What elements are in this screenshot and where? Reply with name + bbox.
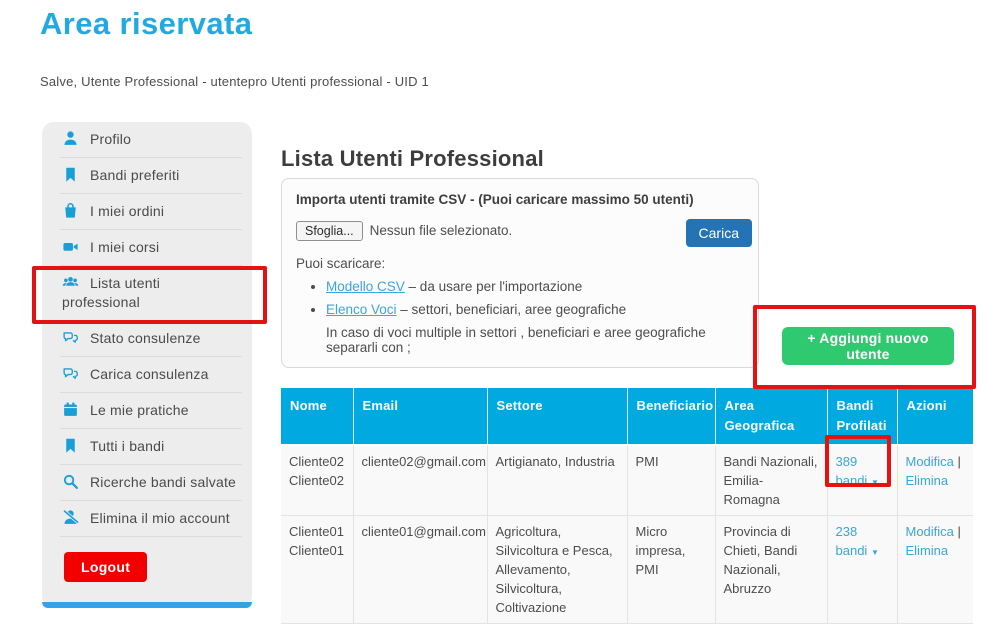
list-item: Modello CSV – da usare per l'importazion…: [326, 279, 744, 294]
col-header-settore: Settore: [487, 388, 627, 445]
col-header-nome: Nome: [281, 388, 353, 445]
sidebar-item-label: I miei ordini: [90, 203, 164, 219]
cell-nome: Cliente02 Cliente02: [281, 445, 353, 516]
col-header-beneficiario: Beneficiario: [627, 388, 715, 445]
col-header-bandi-profilati: Bandi Profilati: [827, 388, 897, 445]
col-header-email: Email: [353, 388, 487, 445]
csv-import-title: Importa utenti tramite CSV - (Puoi caric…: [296, 192, 744, 207]
bookmark-icon: [62, 166, 79, 183]
page-title: Area riservata: [40, 6, 252, 42]
table-header-row: Nome Email Settore Beneficiario Area Geo…: [281, 388, 973, 445]
download-intro-text: Puoi scaricare:: [296, 256, 744, 271]
sidebar-item-tutti-bandi[interactable]: Tutti i bandi: [42, 429, 252, 464]
elenco-voci-link[interactable]: Elenco Voci: [326, 302, 397, 317]
cell-azioni: Modifica | Elimina: [897, 445, 973, 516]
add-user-button[interactable]: + Aggiungi nuovo utente: [782, 327, 954, 365]
upload-csv-button[interactable]: Carica: [686, 219, 752, 247]
sidebar-item-pratiche[interactable]: Le mie pratiche: [42, 393, 252, 428]
sidebar-item-label: Le mie pratiche: [90, 402, 189, 418]
sidebar-item-label: Elimina il mio account: [90, 510, 230, 526]
sidebar-item-label: Tutti i bandi: [90, 438, 164, 454]
user-greeting: Salve, Utente Professional - utentepro U…: [40, 74, 429, 89]
table-row: Cliente02 Cliente02 cliente02@gmail.com …: [281, 445, 973, 516]
sidebar-divider: [60, 536, 242, 537]
shopping-bag-icon: [62, 202, 79, 219]
elimina-link[interactable]: Elimina: [906, 543, 949, 558]
sidebar-item-label: Stato consulenze: [90, 330, 201, 346]
sidebar-item-stato-consulenze[interactable]: Stato consulenze: [42, 321, 252, 356]
action-separator: |: [958, 524, 961, 539]
sidebar-item-label: Carica consulenza: [90, 366, 209, 382]
cell-settore: Agricoltura, Silvicoltura e Pesca, Allev…: [487, 516, 627, 624]
sidebar-item-elimina-account[interactable]: Elimina il mio account: [42, 501, 252, 536]
chat-bubbles-icon: [62, 365, 79, 382]
file-input-row: Sfoglia... Nessun file selezionato.: [296, 221, 744, 241]
elimina-link[interactable]: Elimina: [906, 473, 949, 488]
table-row: Cliente01 Cliente01 cliente01@gmail.com …: [281, 516, 973, 624]
bandi-unit: bandi: [836, 473, 868, 488]
sidebar: Profilo Bandi preferiti I miei ordini I …: [42, 122, 252, 608]
search-icon: [62, 473, 79, 490]
cell-azioni: Modifica | Elimina: [897, 516, 973, 624]
sidebar-item-ricerche-salvate[interactable]: Ricerche bandi salvate: [42, 465, 252, 500]
sidebar-item-label: Profilo: [90, 131, 131, 147]
bandi-count: 238: [836, 522, 890, 541]
cell-nome: Cliente01 Cliente01: [281, 516, 353, 624]
dropdown-arrow-icon: ▼: [871, 548, 879, 557]
cell-beneficiario: PMI: [627, 445, 715, 516]
csv-template-link[interactable]: Modello CSV: [326, 279, 405, 294]
cell-bandi-profilati: 389 bandi ▼: [827, 445, 897, 516]
sidebar-item-profilo[interactable]: Profilo: [42, 122, 252, 157]
user-icon: [62, 130, 79, 147]
bandi-count: 389: [836, 452, 890, 471]
sidebar-item-label: I miei corsi: [90, 239, 159, 255]
modifica-link[interactable]: Modifica: [906, 524, 954, 539]
user-slash-icon: [62, 509, 79, 526]
cell-beneficiario: Micro impresa, PMI: [627, 516, 715, 624]
action-separator: |: [958, 454, 961, 469]
sidebar-item-carica-consulenza[interactable]: Carica consulenza: [42, 357, 252, 392]
users-table: Nome Email Settore Beneficiario Area Geo…: [281, 388, 973, 624]
logout-button[interactable]: Logout: [64, 552, 147, 582]
col-header-azioni: Azioni: [897, 388, 973, 445]
dropdown-arrow-icon: ▼: [871, 478, 879, 487]
bookmark-icon: [62, 437, 79, 454]
sidebar-bottom-accent-bar: [42, 602, 252, 608]
users-group-icon: [62, 274, 79, 291]
area-riservata-page: Area riservata Salve, Utente Professiona…: [0, 0, 999, 611]
list-item: Elenco Voci – settori, beneficiari, aree…: [326, 302, 744, 317]
no-file-selected-text: Nessun file selezionato.: [370, 223, 513, 238]
sidebar-item-label: Bandi preferiti: [90, 167, 179, 183]
cell-bandi-profilati: 238 bandi ▼: [827, 516, 897, 624]
bandi-profilati-link[interactable]: 389 bandi ▼: [836, 452, 890, 488]
bullet-text: – settori, beneficiari, aree geografiche: [397, 302, 627, 317]
bullet-text: – da usare per l'importazione: [405, 279, 582, 294]
cell-area-geografica: Bandi Nazionali, Emilia-Romagna: [715, 445, 827, 516]
sidebar-item-lista-utenti-professional[interactable]: Lista utenti professional: [42, 266, 252, 320]
modifica-link[interactable]: Modifica: [906, 454, 954, 469]
sidebar-item-label: Ricerche bandi salvate: [90, 474, 236, 490]
chat-bubbles-icon: [62, 329, 79, 346]
video-camera-icon: [62, 238, 79, 255]
calendar-icon: [62, 401, 79, 418]
download-links-list: Modello CSV – da usare per l'importazion…: [296, 279, 744, 317]
bandi-profilati-link[interactable]: 238 bandi ▼: [836, 522, 890, 558]
cell-settore: Artigianato, Industria: [487, 445, 627, 516]
cell-area-geografica: Provincia di Chieti, Bandi Nazionali, Ab…: [715, 516, 827, 624]
section-heading: Lista Utenti Professional: [281, 146, 544, 172]
cell-email: cliente01@gmail.com: [353, 516, 487, 624]
csv-import-panel: Importa utenti tramite CSV - (Puoi caric…: [281, 178, 759, 368]
sidebar-item-bandi-preferiti[interactable]: Bandi preferiti: [42, 158, 252, 193]
bandi-unit: bandi: [836, 543, 868, 558]
browse-file-button[interactable]: Sfoglia...: [296, 221, 363, 241]
col-header-area-geografica: Area Geografica: [715, 388, 827, 445]
sidebar-item-corsi[interactable]: I miei corsi: [42, 230, 252, 265]
cell-email: cliente02@gmail.com: [353, 445, 487, 516]
sidebar-item-ordini[interactable]: I miei ordini: [42, 194, 252, 229]
multiple-values-note: In caso di voci multiple in settori , be…: [326, 325, 744, 355]
